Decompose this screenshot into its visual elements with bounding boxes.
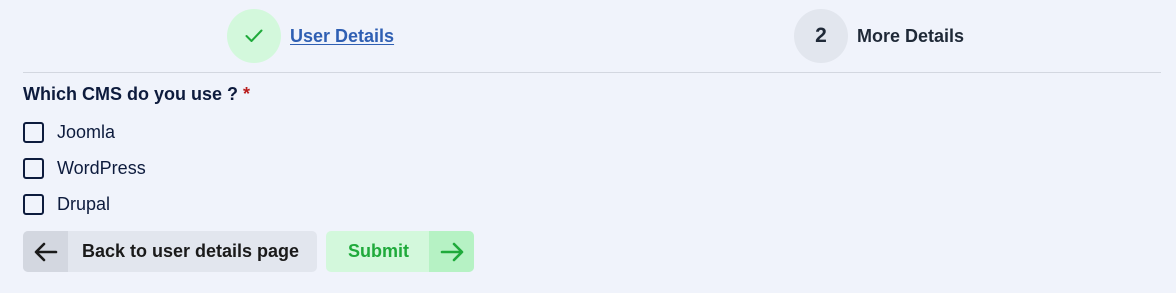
option-label[interactable]: Drupal	[57, 194, 110, 215]
option-drupal[interactable]: Drupal	[23, 186, 146, 222]
wordpress-checkbox[interactable]	[23, 157, 44, 179]
step-more-details: 2 More Details	[794, 9, 964, 63]
arrow-right-icon	[440, 242, 463, 261]
back-button-label: Back to user details page	[81, 241, 300, 261]
question-text: Which CMS do you use ?	[23, 84, 238, 104]
joomla-checkbox[interactable]	[23, 121, 44, 143]
required-marker: *	[243, 84, 251, 104]
step-more-details-label: More Details	[857, 25, 965, 46]
drupal-checkbox[interactable]	[23, 193, 44, 215]
option-wordpress[interactable]: WordPress	[23, 150, 146, 186]
back-icon-box	[23, 231, 68, 272]
step-number-circle: 2	[794, 9, 848, 63]
question-label: Which CMS do you use ? *	[23, 84, 250, 105]
submit-button-label: Submit	[348, 241, 409, 261]
step-user-details-link[interactable]: User Details	[290, 26, 394, 47]
step-user-details[interactable]: User Details	[227, 9, 394, 63]
submit-icon-box	[429, 231, 474, 272]
option-label[interactable]: WordPress	[57, 158, 146, 179]
arrow-left-icon	[34, 242, 57, 261]
check-icon	[245, 29, 263, 42]
step-complete-circle	[227, 9, 281, 63]
submit-button[interactable]: Submit	[326, 231, 474, 272]
back-button[interactable]: Back to user details page	[23, 231, 317, 272]
progress-stepper: User Details 2 More Details	[23, 0, 1161, 73]
cms-options: Joomla WordPress Drupal	[23, 114, 146, 222]
option-label[interactable]: Joomla	[57, 122, 115, 143]
option-joomla[interactable]: Joomla	[23, 114, 146, 150]
